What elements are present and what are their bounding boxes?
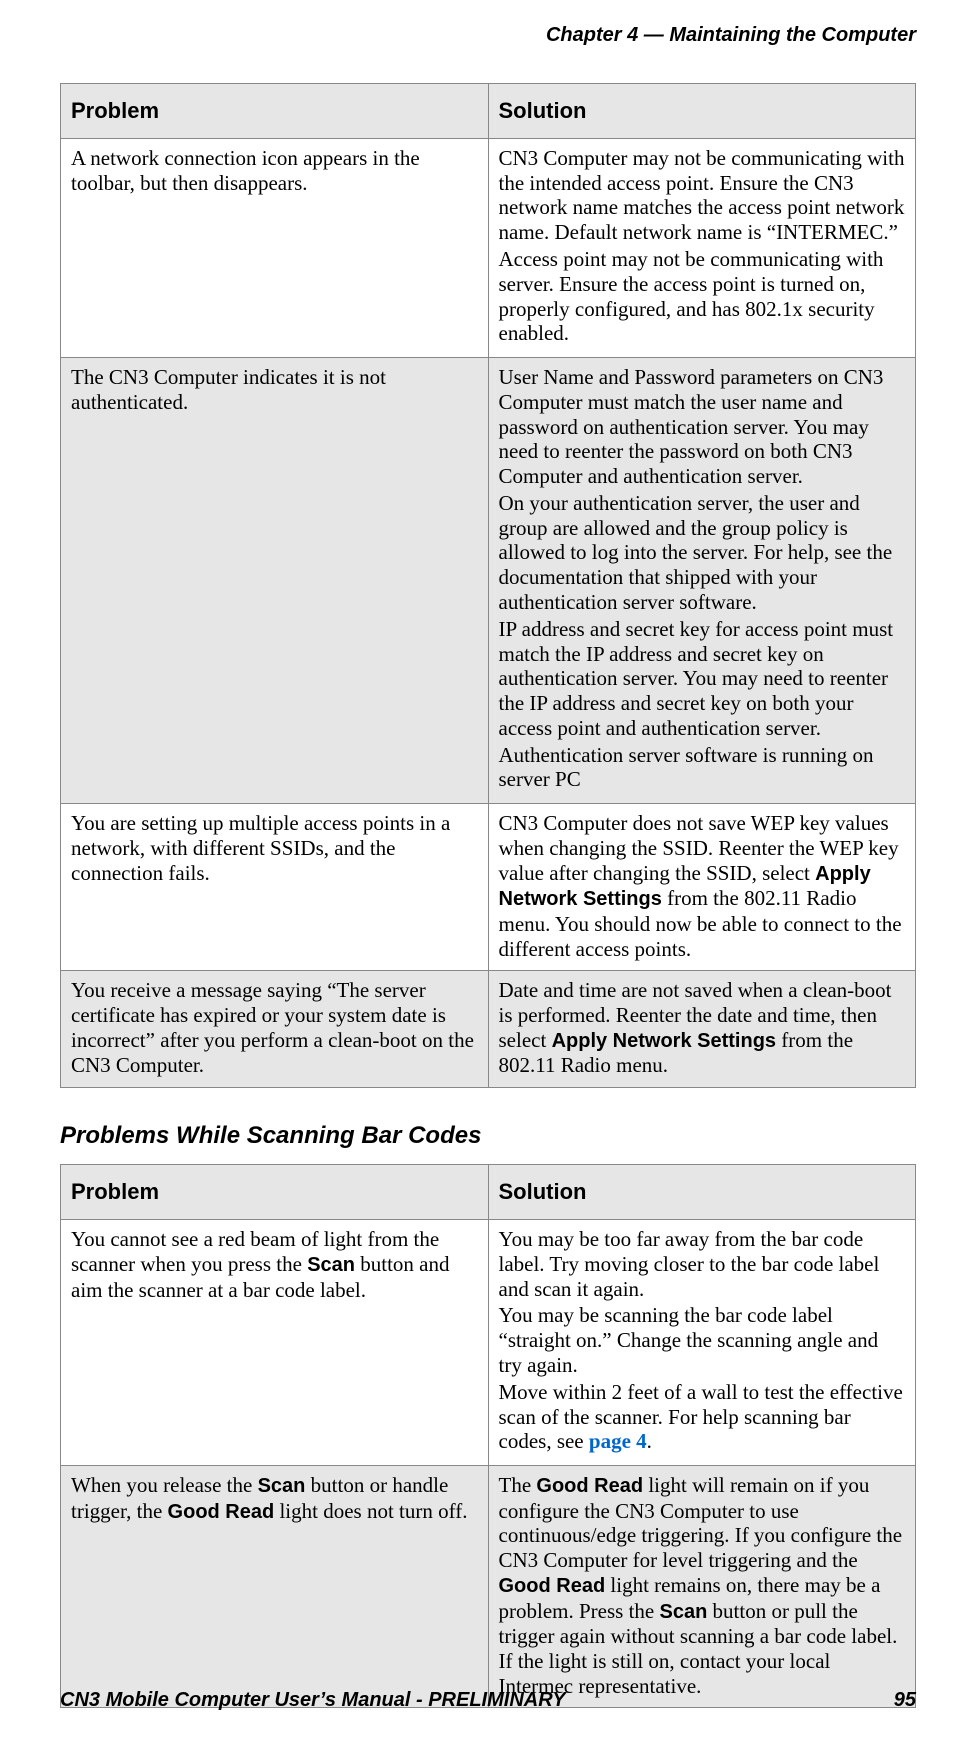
- solution-cell: CN3 Computer may not be communicating wi…: [488, 138, 916, 357]
- problem-text: light does not turn off.: [274, 1499, 467, 1523]
- problem-solution-table-2: Problem Solution You cannot see a red be…: [60, 1164, 916, 1708]
- problem-cell: You cannot see a red beam of light from …: [61, 1220, 489, 1466]
- bold-term: Scan: [307, 1254, 355, 1276]
- page-number: 95: [894, 1689, 916, 1712]
- solution-cell: You may be too far away from the bar cod…: [488, 1220, 916, 1466]
- table-row: You receive a message saying “The server…: [61, 971, 916, 1088]
- solution-text: User Name and Password parameters on CN3…: [499, 365, 906, 489]
- footer-title: CN3 Mobile Computer User’s Manual - PREL…: [60, 1689, 566, 1712]
- solution-text: IP address and secret key for access poi…: [499, 617, 906, 741]
- bold-term: Scan: [258, 1475, 306, 1497]
- table-row: You are setting up multiple access point…: [61, 804, 916, 971]
- solution-text: You may be too far away from the bar cod…: [499, 1227, 906, 1301]
- bold-term: Good Read: [499, 1575, 606, 1597]
- bold-term: Good Read: [168, 1501, 275, 1523]
- problem-cell: When you release the Scan button or hand…: [61, 1466, 489, 1708]
- col-header-problem: Problem: [61, 1165, 489, 1220]
- bold-term: Scan: [659, 1601, 707, 1623]
- section-heading: Problems While Scanning Bar Codes: [60, 1122, 916, 1150]
- bold-term: Good Read: [536, 1475, 643, 1497]
- table-row: The CN3 Computer indicates it is not aut…: [61, 358, 916, 804]
- problem-cell: A network connection icon appears in the…: [61, 138, 489, 357]
- solution-cell: User Name and Password parameters on CN3…: [488, 358, 916, 804]
- table-row: A network connection icon appears in the…: [61, 138, 916, 357]
- solution-text: Move within 2 feet of a wall to test the…: [499, 1380, 903, 1454]
- solution-text: CN3 Computer may not be communicating wi…: [499, 146, 906, 245]
- solution-cell: The Good Read light will remain on if yo…: [488, 1466, 916, 1708]
- solution-text: Access point may not be communicating wi…: [499, 247, 906, 346]
- running-header: Chapter 4 — Maintaining the Computer: [60, 24, 916, 47]
- problem-cell: You are setting up multiple access point…: [61, 804, 489, 971]
- solution-text: Move within 2 feet of a wall to test the…: [499, 1380, 906, 1454]
- solution-text: .: [647, 1429, 652, 1453]
- solution-text: The: [499, 1473, 537, 1497]
- col-header-solution: Solution: [488, 1165, 916, 1220]
- col-header-problem: Problem: [61, 84, 489, 139]
- problem-text: When you release the: [71, 1473, 258, 1497]
- solution-cell: CN3 Computer does not save WEP key value…: [488, 804, 916, 971]
- problem-cell: The CN3 Computer indicates it is not aut…: [61, 358, 489, 804]
- col-header-solution: Solution: [488, 84, 916, 139]
- page-cross-ref-link[interactable]: page 4: [589, 1429, 647, 1453]
- page: Chapter 4 — Maintaining the Computer Pro…: [0, 0, 976, 1738]
- solution-text: Authentication server software is runnin…: [499, 743, 906, 793]
- problem-solution-table-1: Problem Solution A network connection ic…: [60, 83, 916, 1088]
- page-footer: CN3 Mobile Computer User’s Manual - PREL…: [60, 1689, 916, 1712]
- solution-text: On your authentication server, the user …: [499, 491, 906, 615]
- bold-term: Apply Network Settings: [552, 1030, 776, 1052]
- problem-cell: You receive a message saying “The server…: [61, 971, 489, 1088]
- solution-text: You may be scanning the bar code label “…: [499, 1303, 906, 1377]
- table-row: When you release the Scan button or hand…: [61, 1466, 916, 1708]
- solution-cell: Date and time are not saved when a clean…: [488, 971, 916, 1088]
- table-row: You cannot see a red beam of light from …: [61, 1220, 916, 1466]
